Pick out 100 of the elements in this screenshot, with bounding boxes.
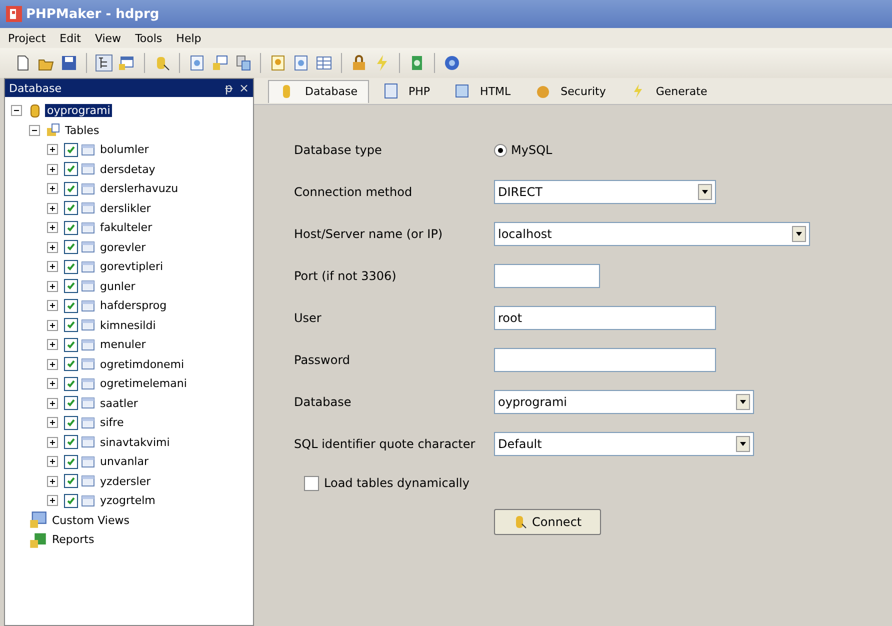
checkbox[interactable] <box>304 476 319 490</box>
tree-icon[interactable] <box>95 54 113 72</box>
checkbox[interactable] <box>64 240 78 254</box>
checkbox[interactable] <box>64 162 78 176</box>
checkmark-icon <box>66 456 76 467</box>
checkbox[interactable] <box>64 474 78 488</box>
grid-icon[interactable] <box>315 54 333 72</box>
expand-toggle[interactable] <box>47 183 58 194</box>
save-icon[interactable] <box>60 54 78 72</box>
checkbox[interactable] <box>64 298 78 313</box>
input-field[interactable] <box>494 348 716 372</box>
tree-item[interactable]: derslikler <box>98 202 153 215</box>
tree-item[interactable]: kimnesildi <box>98 318 158 332</box>
menu-item[interactable]: Edit <box>60 32 81 44</box>
tree-item[interactable]: fakulteler <box>98 221 154 234</box>
expand-toggle[interactable] <box>47 320 58 331</box>
expand-toggle[interactable] <box>47 417 58 428</box>
checkbox[interactable] <box>64 201 78 216</box>
expand-toggle[interactable] <box>47 495 58 506</box>
checkbox[interactable] <box>64 182 78 196</box>
tree-item[interactable]: dersdetay <box>98 162 158 176</box>
checkbox[interactable] <box>64 260 78 274</box>
table-icon <box>81 416 95 430</box>
tree-item[interactable]: hafdersprog <box>98 299 169 312</box>
tree-item[interactable]: sinavtakvimi <box>98 436 172 449</box>
tree-item[interactable]: gorevtipleri <box>98 260 166 274</box>
expand-toggle[interactable] <box>47 261 58 272</box>
input-field[interactable] <box>494 264 600 288</box>
checkbox[interactable] <box>64 435 78 450</box>
page-icon[interactable] <box>188 54 206 72</box>
checkbox[interactable] <box>64 494 78 508</box>
tree-item[interactable]: bolumler <box>98 143 151 156</box>
tree-item[interactable]: Tables <box>63 124 102 137</box>
expand-toggle[interactable] <box>47 436 58 448</box>
tree-item[interactable]: menuler <box>98 338 148 352</box>
expand-toggle[interactable] <box>47 358 58 370</box>
tree-item[interactable]: oyprogrami <box>45 104 112 118</box>
expand-toggle[interactable] <box>47 300 58 312</box>
expand-toggle[interactable] <box>47 476 58 487</box>
document-icon <box>382 83 398 99</box>
menu-item[interactable]: Help <box>176 32 202 44</box>
win-icon[interactable] <box>118 54 136 72</box>
dropdown[interactable]: oyprogrami <box>494 390 754 414</box>
tree-item[interactable]: derslerhavuzu <box>98 182 180 196</box>
dropdown[interactable]: DIRECT <box>494 180 716 204</box>
pin-button[interactable]: ᵽ <box>224 81 233 95</box>
collapse-toggle[interactable] <box>11 105 22 116</box>
expand-toggle[interactable] <box>47 378 58 390</box>
dropdown[interactable]: localhost <box>494 222 810 246</box>
tree-item[interactable]: gunler <box>98 280 138 293</box>
dropdown[interactable]: Default <box>494 432 754 456</box>
tree-item[interactable]: Custom Views <box>50 514 132 527</box>
expand-toggle[interactable] <box>47 164 58 175</box>
expand-toggle[interactable] <box>47 456 58 468</box>
menu-item[interactable]: Project <box>8 32 46 44</box>
tree-item[interactable]: Reports <box>50 533 96 546</box>
checkbox[interactable] <box>64 142 78 157</box>
radio-button[interactable] <box>494 144 507 156</box>
tree-item[interactable]: sifre <box>98 416 126 430</box>
collapse-toggle[interactable] <box>29 124 40 136</box>
tab[interactable]: Database <box>268 80 368 102</box>
checkbox[interactable] <box>64 338 78 352</box>
expand-toggle[interactable] <box>47 242 58 253</box>
expand-toggle[interactable] <box>47 280 58 292</box>
close-button[interactable]: × <box>238 81 249 95</box>
tree-item[interactable]: ogretimdonemi <box>98 358 186 371</box>
tree-item[interactable]: yzogrtelm <box>98 494 158 508</box>
page-icon[interactable] <box>292 54 310 72</box>
checkbox[interactable] <box>64 416 78 430</box>
tree-item[interactable]: saatler <box>98 396 140 410</box>
expand-toggle[interactable] <box>47 222 58 234</box>
expand-toggle[interactable] <box>47 144 58 156</box>
copy-icon[interactable] <box>234 54 252 72</box>
expand-toggle[interactable] <box>47 398 58 409</box>
tree-item[interactable]: gorevler <box>98 240 148 254</box>
expand-toggle[interactable] <box>47 339 58 350</box>
checkbox[interactable] <box>64 357 78 372</box>
tab[interactable]: Security <box>524 80 616 102</box>
menu-item[interactable]: Tools <box>135 32 162 44</box>
checkmark-icon <box>66 144 76 155</box>
tab[interactable]: PHP <box>372 80 440 102</box>
app-icon <box>6 6 22 22</box>
checkbox[interactable] <box>64 318 78 332</box>
menu-item[interactable]: View <box>94 32 122 44</box>
tree-item[interactable]: unvanlar <box>98 455 150 468</box>
connect-button[interactable]: Connect <box>494 509 601 535</box>
checkmark-icon <box>66 398 76 408</box>
checkbox[interactable] <box>64 376 78 391</box>
expand-toggle[interactable] <box>47 202 58 214</box>
checkbox[interactable] <box>64 454 78 469</box>
document-icon[interactable] <box>269 54 287 72</box>
tree-item[interactable]: ogretimelemani <box>98 377 189 390</box>
help-icon[interactable] <box>443 54 461 72</box>
checkbox[interactable] <box>64 396 78 410</box>
input-field[interactable]: root <box>494 306 716 330</box>
tree-item[interactable]: yzdersler <box>98 474 153 488</box>
tab[interactable]: Generate <box>620 80 718 102</box>
tab[interactable]: HTML <box>444 80 521 102</box>
checkbox[interactable] <box>64 220 78 235</box>
checkbox[interactable] <box>64 279 78 294</box>
